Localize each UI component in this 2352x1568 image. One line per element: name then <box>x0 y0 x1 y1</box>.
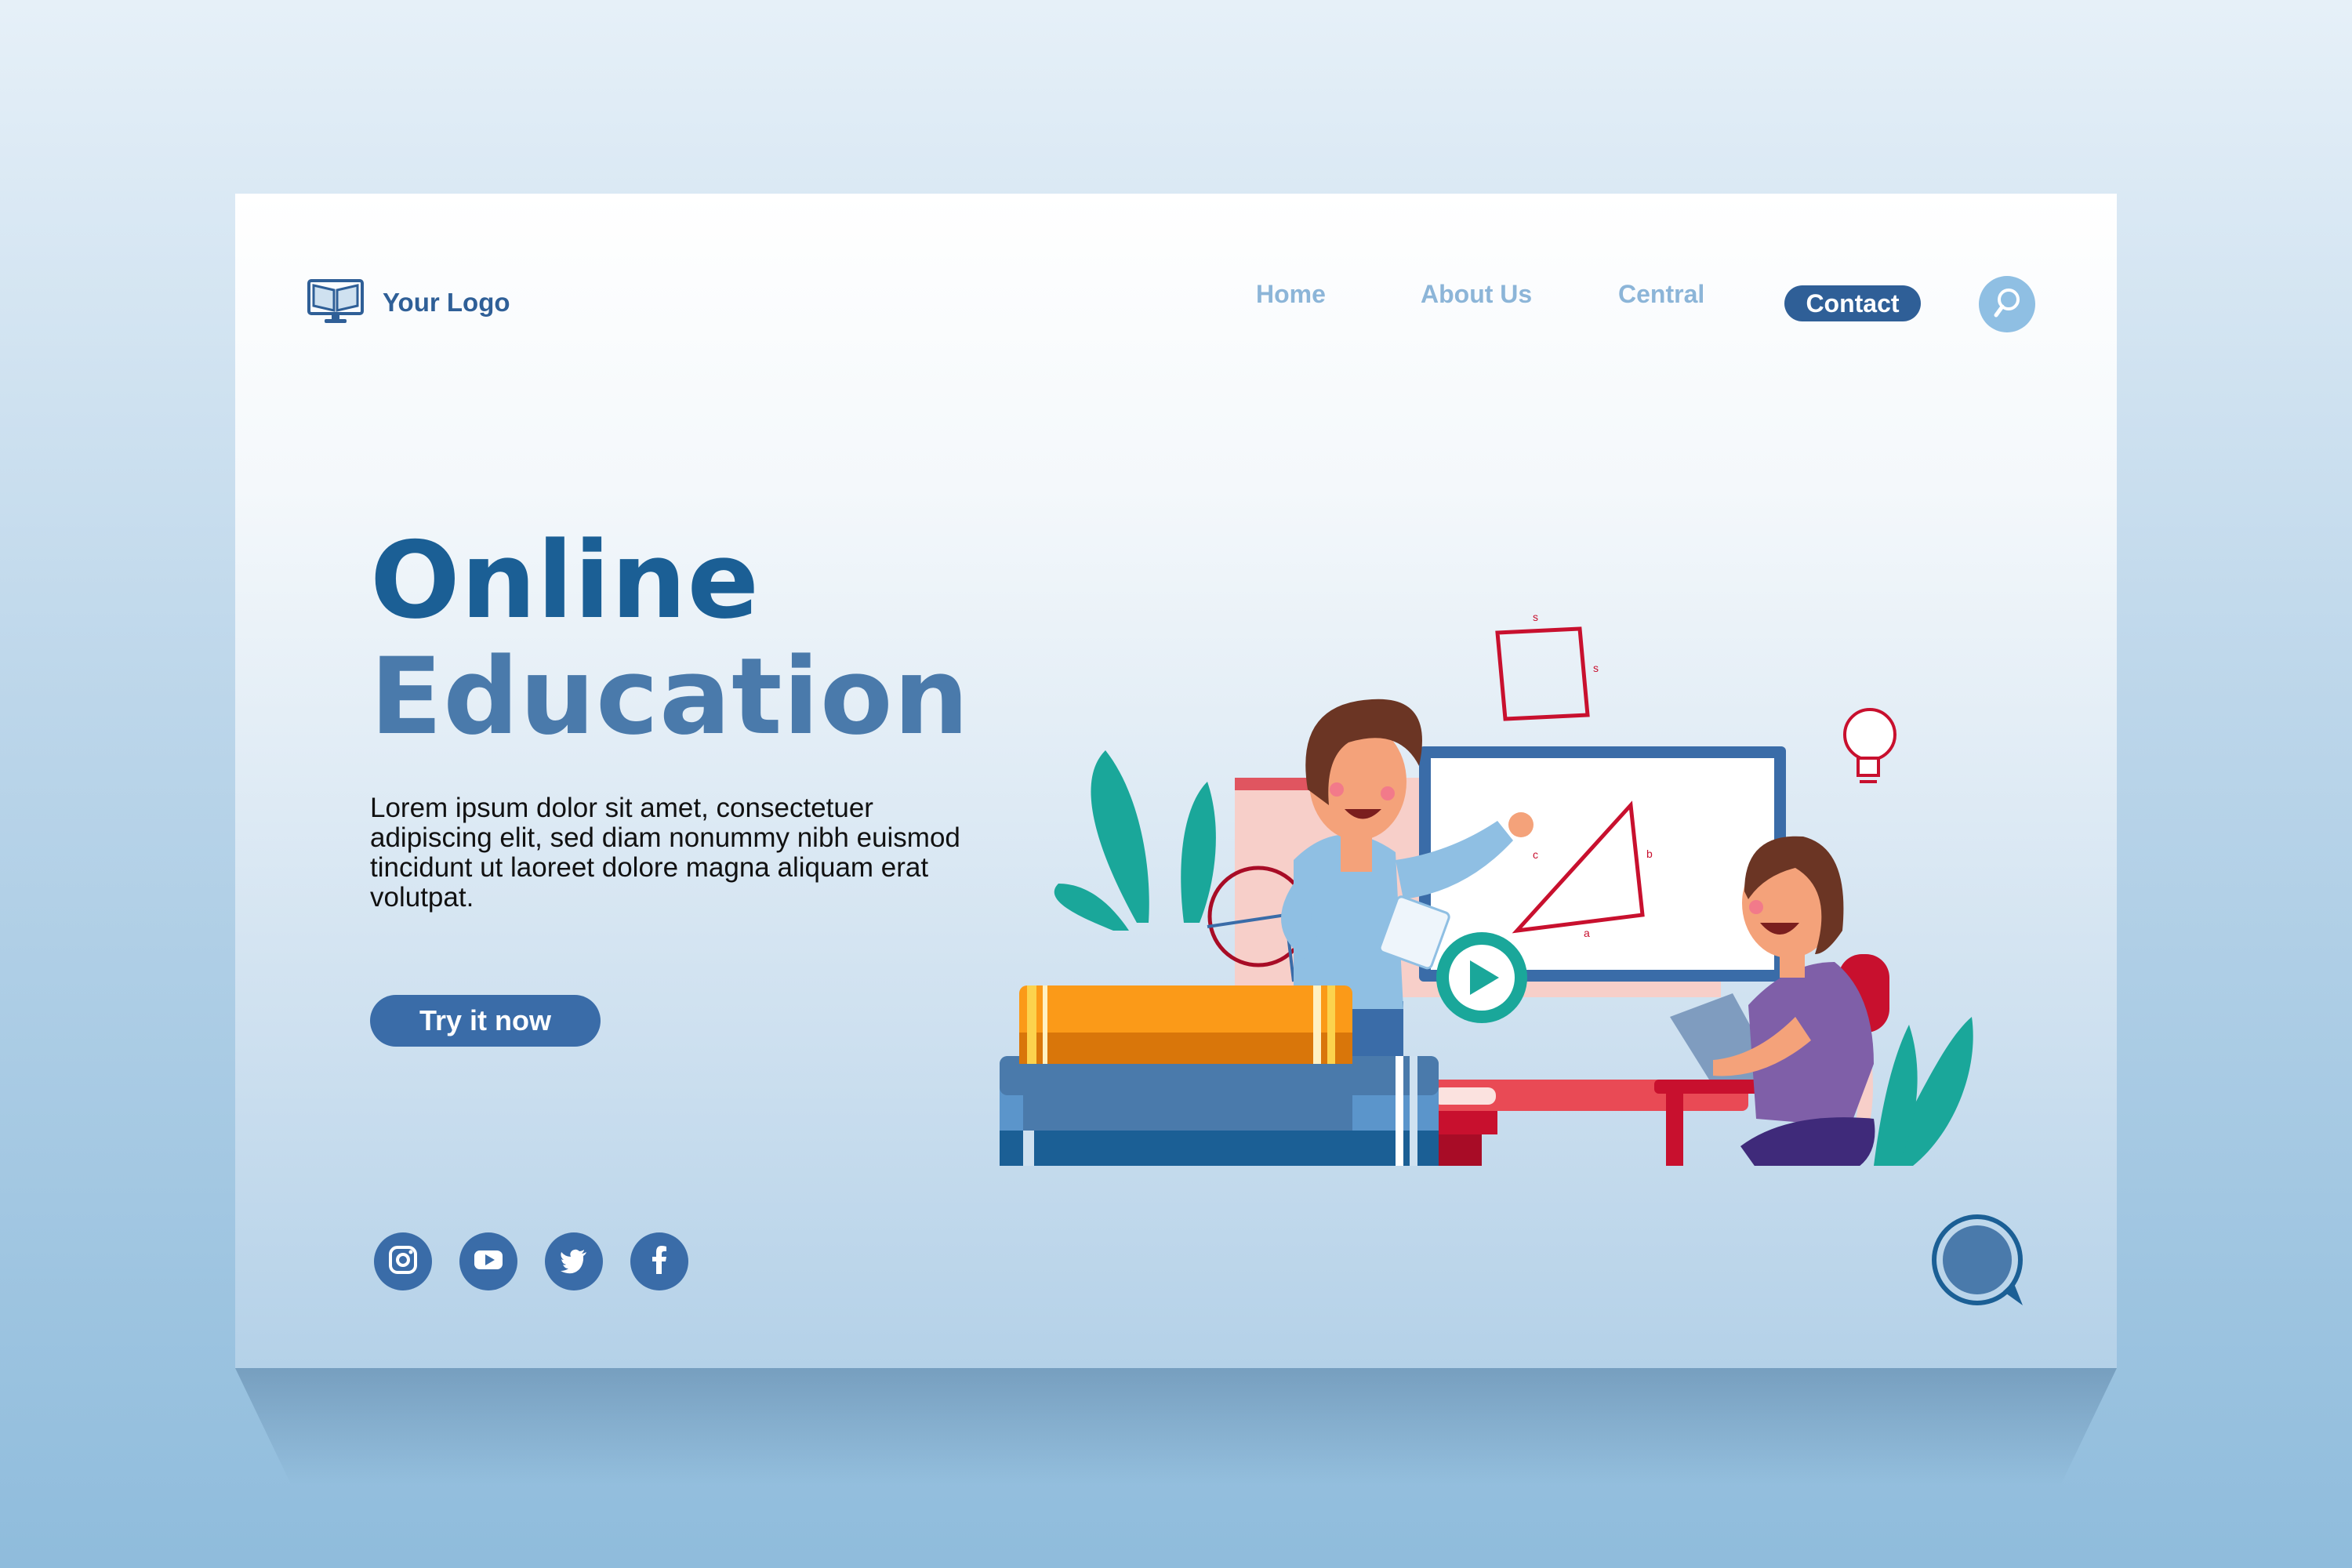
hero-description: Lorem ipsum dolor sit amet, consectetuer… <box>370 793 960 913</box>
plant-left-icon <box>1054 750 1216 931</box>
triangle-label-a: a <box>1584 927 1590 939</box>
hero-illustration: c b a s s <box>980 413 1999 1334</box>
lightbulb-icon <box>1843 708 1896 783</box>
nav-central[interactable]: Central <box>1618 280 1704 309</box>
book-monitor-icon <box>306 276 365 329</box>
hero-title-line2: Education <box>370 635 970 758</box>
card-shadow <box>235 1368 2117 1486</box>
plant-right-icon <box>1874 1017 1973 1166</box>
play-icon <box>1436 932 1527 1023</box>
youtube-icon <box>471 1243 506 1280</box>
nav-home[interactable]: Home <box>1256 280 1326 309</box>
hero-title-line1: Online <box>370 519 760 642</box>
hero-title: Online Education <box>370 523 970 755</box>
nav-contact-button[interactable]: Contact <box>1784 285 1921 321</box>
instagram-button[interactable] <box>374 1232 432 1290</box>
twitter-icon <box>557 1243 591 1280</box>
search-icon <box>1990 285 2024 323</box>
triangle-label-b: b <box>1646 848 1653 860</box>
try-it-now-button[interactable]: Try it now <box>370 995 601 1047</box>
square-shape-icon: s s <box>1495 611 1599 721</box>
chat-button[interactable] <box>1929 1213 2031 1315</box>
facebook-button[interactable] <box>630 1232 688 1290</box>
facebook-icon <box>642 1243 677 1280</box>
square-label-top: s <box>1533 611 1538 623</box>
nav-about-us[interactable]: About Us <box>1421 280 1532 309</box>
landing-page-card: Your Logo Home About Us Central Contact … <box>235 194 2117 1368</box>
youtube-button[interactable] <box>459 1232 517 1290</box>
triangle-label-c: c <box>1533 848 1538 861</box>
square-label-right: s <box>1593 662 1599 674</box>
logo[interactable]: Your Logo <box>306 276 510 329</box>
twitter-button[interactable] <box>545 1232 603 1290</box>
chat-bubble-icon <box>1929 1214 2031 1318</box>
search-button[interactable] <box>1979 276 2035 332</box>
logo-text: Your Logo <box>383 288 510 317</box>
instagram-icon <box>386 1243 420 1280</box>
